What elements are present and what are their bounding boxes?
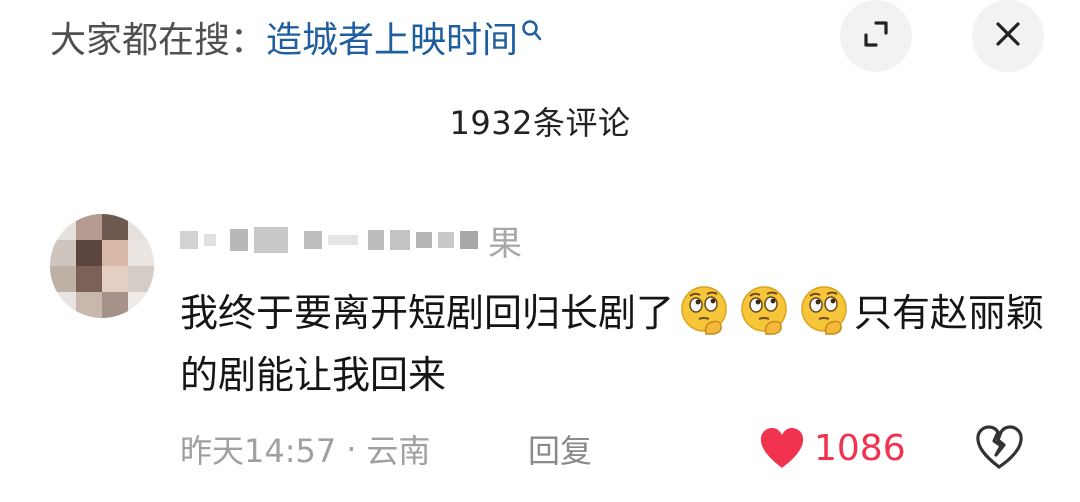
search-suggestion-term[interactable]: 造城者上映时间 bbox=[266, 11, 518, 63]
search-suggestion-prefix: 大家都在搜： bbox=[50, 20, 267, 61]
obscured-username-segment bbox=[368, 230, 384, 250]
comment-meta: 昨天14:57 · 云南 bbox=[180, 424, 430, 474]
obscured-username-segment bbox=[416, 232, 432, 248]
comment-time: 昨天14:57 bbox=[180, 432, 337, 470]
expand-icon bbox=[856, 14, 896, 58]
avatar[interactable] bbox=[50, 214, 154, 318]
obscured-username-segment bbox=[204, 234, 216, 246]
search-suggestion[interactable]: 大家都在搜： 造城者上映时间 bbox=[50, 12, 544, 62]
comment-panel: 大家都在搜： 造城者上映时间 1932条评论 果 我终于要离开短剧回归长剧了 只… bbox=[0, 0, 1080, 502]
comment-text[interactable]: 我终于要离开短剧回归长剧了 只有赵丽颖的剧能让我回来 bbox=[180, 282, 1050, 406]
obscured-username-segment bbox=[180, 231, 198, 249]
thinking-face-emoji-icon bbox=[796, 282, 852, 338]
thinking-face-emoji-icon bbox=[676, 282, 732, 338]
dislike-button[interactable] bbox=[974, 422, 1024, 472]
obscured-username-segment bbox=[460, 231, 478, 249]
obscured-username-segment bbox=[438, 232, 454, 248]
close-icon bbox=[988, 14, 1028, 58]
obscured-username-segment bbox=[230, 229, 248, 251]
like-button[interactable]: 1086 bbox=[758, 420, 906, 476]
comment-text-part-1: 我终于要离开短剧回归长剧了 bbox=[180, 291, 675, 335]
reply-button[interactable]: 回复 bbox=[528, 424, 592, 474]
broken-heart-icon bbox=[974, 422, 1024, 472]
obscured-username-segment bbox=[304, 231, 322, 249]
username[interactable]: 果 bbox=[180, 218, 522, 264]
comment-location: 云南 bbox=[366, 432, 431, 470]
obscured-username-segment bbox=[254, 227, 288, 253]
username-visible-tail: 果 bbox=[488, 223, 522, 264]
heart-icon bbox=[758, 426, 806, 470]
obscured-username-segment bbox=[328, 235, 358, 245]
comment-count-title: 1932条评论 bbox=[449, 104, 631, 142]
expand-button[interactable] bbox=[840, 0, 912, 72]
search-icon[interactable] bbox=[520, 16, 544, 46]
close-button[interactable] bbox=[972, 0, 1044, 72]
obscured-username-segment bbox=[390, 230, 410, 250]
meta-separator: · bbox=[346, 430, 357, 468]
like-count: 1086 bbox=[814, 427, 906, 469]
thinking-face-emoji-icon bbox=[736, 282, 792, 338]
